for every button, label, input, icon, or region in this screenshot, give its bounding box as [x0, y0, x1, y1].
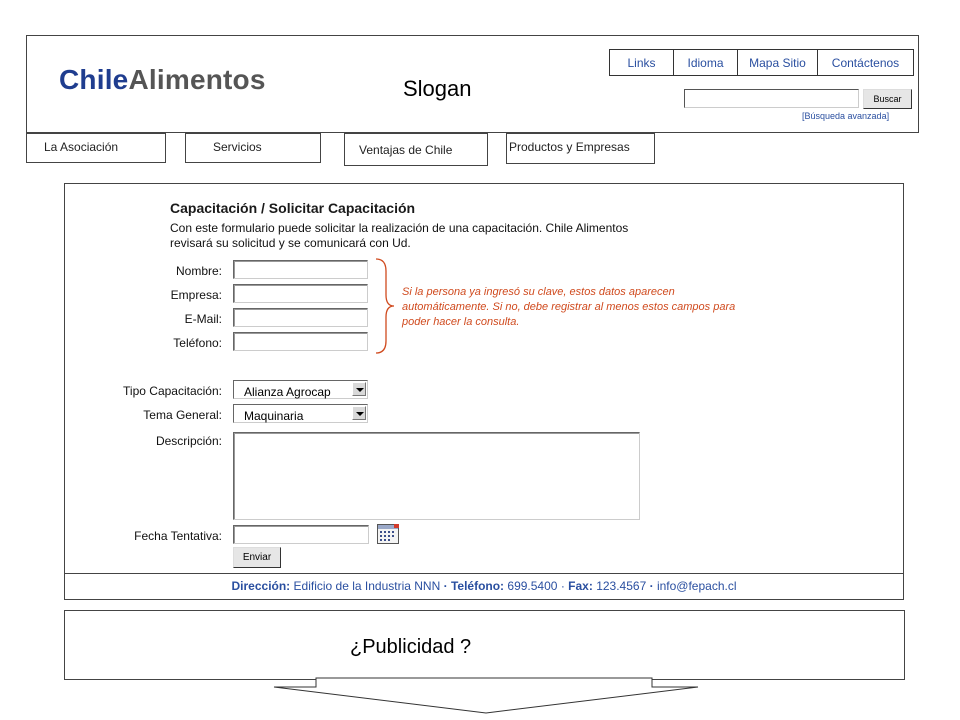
address-label: Dirección:: [231, 579, 291, 593]
tipo-capacitacion-select[interactable]: Alianza Agrocap: [233, 380, 368, 399]
search-button[interactable]: Buscar: [863, 89, 912, 109]
nav-tab-la-asociacion[interactable]: La Asociación: [26, 133, 166, 163]
main-panel: Capacitación / Solicitar Capacitación Co…: [64, 183, 904, 600]
nav-tab-label: Ventajas de Chile: [359, 143, 453, 157]
arrow-down-icon: [273, 677, 699, 714]
search-input[interactable]: [684, 89, 859, 108]
separator: ·: [560, 579, 565, 593]
advanced-search-link[interactable]: [Búsqueda avanzada]: [802, 111, 889, 121]
nav-tab-label: Productos y Empresas: [509, 140, 630, 154]
top-link-contactenos[interactable]: Contáctenos: [817, 50, 913, 75]
ad-banner[interactable]: ¿Publicidad ?: [64, 610, 905, 680]
email-link[interactable]: info@fepach.cl: [657, 579, 737, 593]
fecha-tentativa-label: Fecha Tentativa:: [134, 529, 222, 543]
ad-text: ¿Publicidad ?: [350, 636, 472, 658]
chevron-down-icon[interactable]: [352, 406, 366, 420]
fax-label: Fax:: [568, 579, 593, 593]
tema-general-value: Maquinaria: [244, 409, 304, 423]
phone-label: Teléfono:: [450, 579, 505, 593]
separator: ·: [443, 579, 448, 593]
slogan: Slogan: [403, 76, 472, 101]
tipo-capacitacion-label: Tipo Capacitación:: [123, 384, 222, 398]
top-link-links[interactable]: Links: [610, 50, 673, 75]
nombre-label: Nombre:: [175, 264, 222, 278]
site-header: ChileAlimentos Slogan Links Idioma Mapa …: [26, 35, 919, 133]
email-label: E-Mail:: [184, 312, 222, 326]
address-value: Edificio de la Industria NNN: [293, 579, 441, 593]
descripcion-label: Descripción:: [155, 434, 222, 448]
nav-tab-servicios[interactable]: Servicios: [185, 133, 321, 163]
nombre-field[interactable]: [233, 260, 368, 279]
separator: ·: [649, 579, 654, 593]
nav-tab-ventajas-de-chile[interactable]: Ventajas de Chile: [344, 133, 488, 166]
nav-tab-label: La Asociación: [44, 140, 119, 154]
autofill-note: Si la persona ya ingresó su clave, estos…: [402, 286, 736, 328]
top-link-mapa-sitio[interactable]: Mapa Sitio: [737, 50, 817, 75]
form-intro: Con este formulario puede solicitar la r…: [170, 221, 629, 250]
descripcion-textarea[interactable]: [233, 432, 640, 520]
calendar-icon[interactable]: [377, 524, 399, 544]
logo[interactable]: ChileAlimentos: [59, 64, 266, 96]
logo-part1: Chile: [59, 64, 129, 95]
footer-divider: [65, 573, 903, 574]
nav-tab-productos-y-empresas[interactable]: Productos y Empresas: [506, 133, 655, 164]
site-footer: Dirección: Edificio de la Industria NNN …: [65, 579, 903, 593]
tema-general-select[interactable]: Maquinaria: [233, 404, 368, 423]
empresa-label: Empresa:: [170, 288, 222, 302]
empresa-field[interactable]: [233, 284, 368, 303]
fax-value: 123.4567: [596, 579, 647, 593]
submit-button[interactable]: Enviar: [233, 547, 281, 568]
tema-general-label: Tema General:: [143, 408, 222, 422]
top-link-idioma[interactable]: Idioma: [673, 50, 737, 75]
email-field[interactable]: [233, 308, 368, 327]
phone-value: 699.5400: [507, 579, 558, 593]
fecha-tentativa-field[interactable]: [233, 525, 369, 544]
logo-part2: Alimentos: [128, 64, 266, 95]
page-title: Capacitación / Solicitar Capacitación: [170, 200, 416, 216]
chevron-down-icon[interactable]: [352, 382, 366, 396]
nav-tab-label: Servicios: [213, 140, 262, 154]
telefono-field[interactable]: [233, 332, 368, 351]
tipo-capacitacion-value: Alianza Agrocap: [244, 385, 331, 399]
telefono-label: Teléfono:: [173, 336, 222, 350]
top-links: Links Idioma Mapa Sitio Contáctenos: [609, 49, 914, 76]
brace-icon: [375, 258, 395, 354]
